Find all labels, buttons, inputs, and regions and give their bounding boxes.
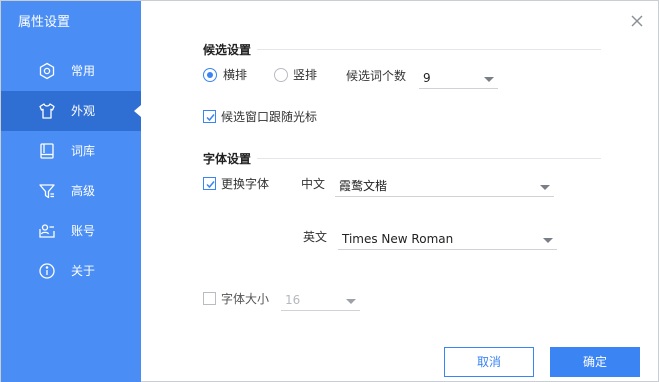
sidebar-item-lexicon[interactable]: 词库 [1,131,141,171]
vertical-label: 竖排 [293,68,318,82]
gear-icon [38,62,56,80]
font-size-label: 字体大小 [221,292,270,306]
english-font-value: Times New Roman [342,232,454,246]
sidebar-item-appearance[interactable]: 外观 [1,91,141,131]
sidebar-item-about[interactable]: 关于 [1,251,141,291]
section-divider [257,49,601,50]
active-indicator [134,105,141,117]
font-size-select[interactable]: 16 [281,289,360,311]
font-section-title: 字体设置 [203,152,252,166]
vertical-radio[interactable] [274,68,288,82]
candidate-count-value: 9 [423,71,431,85]
shirt-icon [38,102,56,120]
font-size-checkbox[interactable] [203,292,216,305]
change-font-checkbox[interactable] [203,177,216,190]
book-icon [38,142,56,160]
window-title: 属性设置 [18,15,71,30]
chevron-down-icon [484,77,494,82]
sidebar-item-label: 关于 [71,264,96,278]
chinese-font-value: 霞鹜文楷 [339,179,388,193]
follow-cursor-checkbox[interactable] [203,110,216,123]
ok-button[interactable]: 确定 [550,347,640,377]
chevron-down-icon [346,299,356,304]
section-divider [257,158,601,159]
sidebar-item-label: 高级 [71,184,96,198]
english-font-select[interactable]: Times New Roman [338,228,557,250]
candidate-count-select[interactable]: 9 [419,67,498,89]
chevron-down-icon [543,238,553,243]
chinese-font-label: 中文 [301,177,326,191]
sidebar-item-advanced[interactable]: 高级 [1,171,141,211]
change-font-label: 更换字体 [221,177,270,191]
follow-cursor-label: 候选窗口跟随光标 [221,110,318,124]
horizontal-radio[interactable] [203,68,217,82]
sidebar-item-general[interactable]: 常用 [1,51,141,91]
chevron-down-icon [540,185,550,190]
cancel-button[interactable]: 取消 [444,347,534,377]
close-icon[interactable] [629,13,645,29]
account-card-icon [38,222,56,240]
filter-icon [38,182,56,200]
sidebar: 属性设置 常用 外观 词库 高级 账号 关于 [1,1,141,382]
english-font-label: 英文 [303,230,328,244]
candidate-section-title: 候选设置 [203,43,252,57]
chinese-font-select[interactable]: 霞鹜文楷 [335,175,554,197]
sidebar-item-label: 外观 [71,104,96,118]
sidebar-item-label: 账号 [71,224,96,238]
info-icon [38,262,56,280]
sidebar-item-label: 常用 [71,64,96,78]
settings-window: 属性设置 常用 外观 词库 高级 账号 关于 候选设置 横排 竖排 候选词个数 … [0,0,659,382]
font-size-value: 16 [285,293,301,307]
sidebar-item-label: 词库 [71,144,96,158]
horizontal-label: 横排 [223,68,248,82]
candidate-count-label: 候选词个数 [346,69,407,83]
sidebar-item-account[interactable]: 账号 [1,211,141,251]
